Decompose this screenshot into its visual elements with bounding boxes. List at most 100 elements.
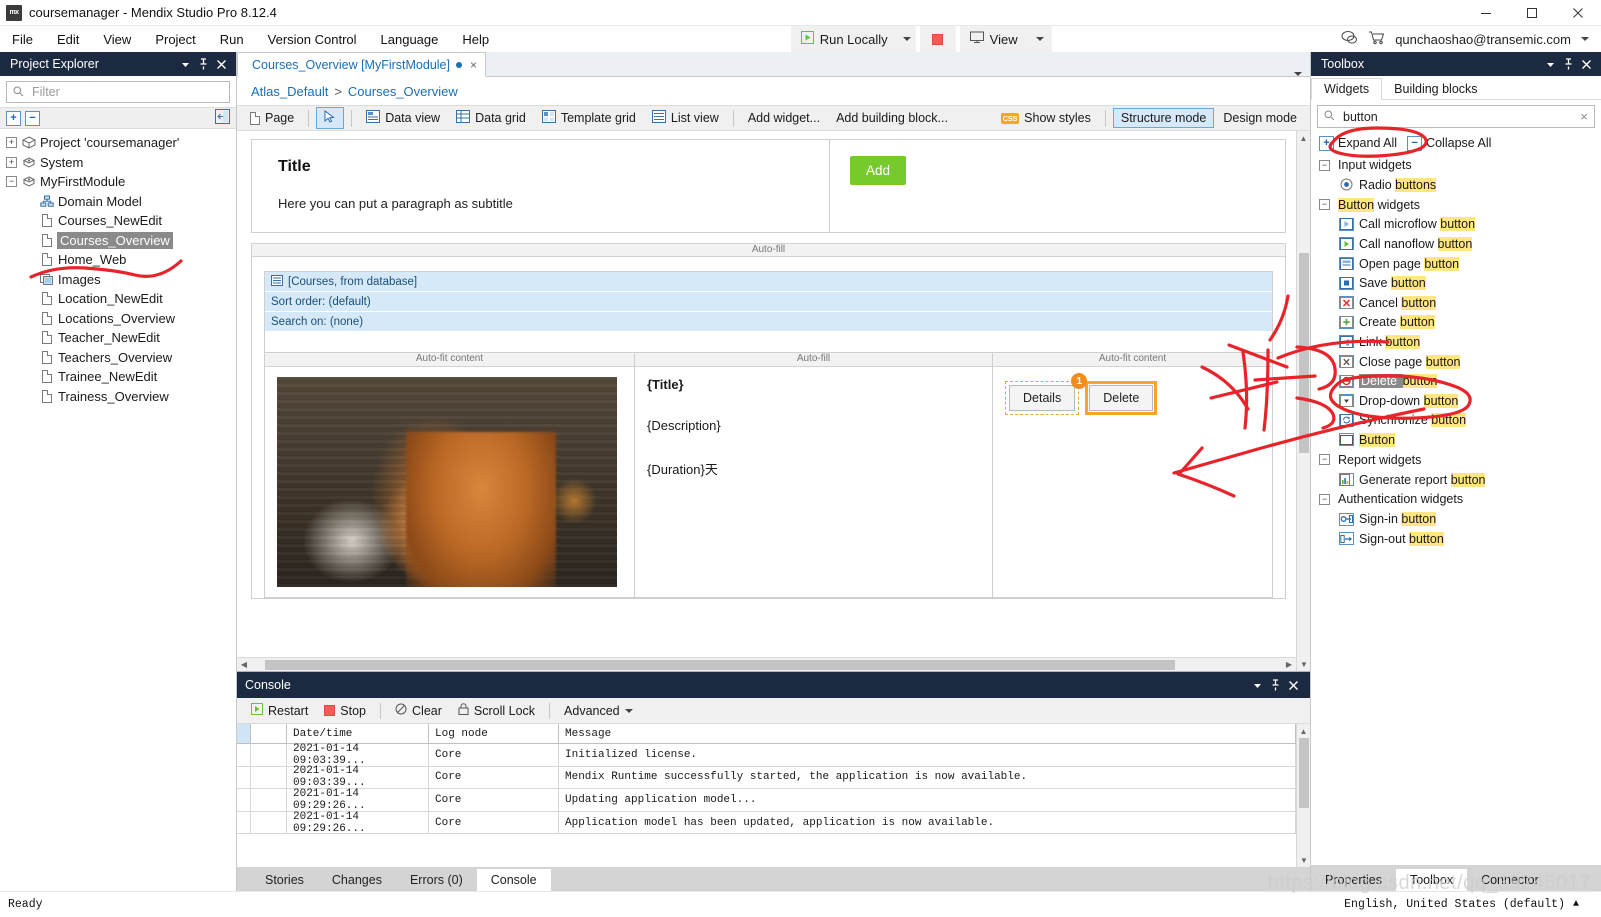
page-button[interactable]: Page <box>243 109 301 127</box>
listview-inner[interactable]: [Courses, from database] Sort order: (de… <box>264 271 1273 598</box>
collapse-icon[interactable]: − <box>1319 159 1330 171</box>
menu-help[interactable]: Help <box>450 29 501 50</box>
panel-menu-icon[interactable] <box>1248 676 1266 694</box>
document-tab-courses-overview[interactable]: Courses_Overview [MyFirstModule] × <box>237 52 486 77</box>
project-filter-box[interactable] <box>6 81 230 103</box>
console-tab-console[interactable]: Console <box>476 869 551 891</box>
toolbox-item-synchronize-button[interactable]: Synchronize button <box>1311 411 1601 431</box>
menu-edit[interactable]: Edit <box>45 29 91 50</box>
pin-icon[interactable] <box>1266 676 1284 694</box>
toolbox-footer-tab-toolbox[interactable]: Toolbox <box>1395 869 1468 891</box>
tree-item-location-newedit[interactable]: Location_NewEdit <box>0 289 236 309</box>
console-vscroll-thumb[interactable] <box>1299 738 1309 808</box>
close-icon[interactable] <box>212 55 230 73</box>
data-grid-button[interactable]: Data grid <box>449 108 533 128</box>
scroll-right-icon[interactable]: ▶ <box>1282 660 1296 669</box>
marketplace-cart-icon[interactable] <box>1368 30 1385 48</box>
maximize-icon[interactable] <box>1509 0 1555 25</box>
tree-item-project-coursemanager[interactable]: + Project 'coursemanager' <box>0 133 236 153</box>
scroll-down-icon[interactable]: ▼ <box>1297 853 1310 867</box>
view-button[interactable]: View <box>959 26 1028 52</box>
tree-item-trainee-newedit[interactable]: Trainee_NewEdit <box>0 367 236 387</box>
toolbox-item-generate-report-button[interactable]: Generate report button <box>1311 470 1601 490</box>
toolbox-item-radio-buttons[interactable]: Radio buttons <box>1311 175 1601 195</box>
tab-building-blocks[interactable]: Building blocks <box>1382 79 1489 99</box>
tree-item-courses-overview[interactable]: Courses_Overview <box>0 231 236 251</box>
expand-icon[interactable]: + <box>6 156 17 168</box>
collapse-icon[interactable]: − <box>1319 454 1330 466</box>
console-tab-errors-0[interactable]: Errors (0) <box>396 869 477 891</box>
tree-item-locations-overview[interactable]: Locations_Overview <box>0 309 236 329</box>
project-filter-input[interactable] <box>30 84 223 100</box>
console-log-row[interactable]: 2021-01-14 09:03:39... Core Initialized li… <box>237 743 1296 767</box>
scroll-lock-button[interactable]: Scroll Lock <box>452 701 541 720</box>
scroll-left-icon[interactable]: ◀ <box>237 660 251 669</box>
close-icon[interactable] <box>1577 55 1595 73</box>
pointer-tool-button[interactable] <box>316 107 345 129</box>
log-row-select[interactable] <box>237 811 251 834</box>
advanced-button[interactable]: Advanced <box>558 702 639 720</box>
run-locally-button[interactable]: Run Locally <box>790 26 898 52</box>
pin-icon[interactable] <box>194 55 212 73</box>
menu-file[interactable]: File <box>0 29 45 50</box>
tabstrip-overflow[interactable] <box>1294 72 1310 76</box>
canvas-horizontal-scrollbar[interactable]: ◀ ▶ <box>237 657 1296 671</box>
collapse-all-label[interactable]: Collapse All <box>1426 136 1491 150</box>
console-vertical-scrollbar[interactable]: ▲ ▼ <box>1296 724 1310 867</box>
toolbox-item-sign-in-button[interactable]: Sign-in button <box>1311 509 1601 529</box>
menu-language[interactable]: Language <box>369 29 451 50</box>
collapse-icon[interactable]: − <box>6 176 17 188</box>
log-row-select[interactable] <box>237 744 251 766</box>
hscroll-thumb[interactable] <box>265 659 1175 670</box>
stop-button[interactable] <box>919 26 956 52</box>
cell-description[interactable]: {Description} <box>647 418 980 433</box>
console-log-row[interactable]: 2021-01-14 09:03:39... Core Mendix Runtime… <box>237 765 1296 789</box>
structure-mode-button[interactable]: Structure mode <box>1112 108 1215 128</box>
toolbox-item-call-microflow-button[interactable]: Call microflow button <box>1311 215 1601 235</box>
pin-icon[interactable] <box>1559 55 1577 73</box>
run-dropdown-arrow[interactable] <box>897 26 916 52</box>
data-view-button[interactable]: Data view <box>359 108 447 128</box>
tree-item-trainess-overview[interactable]: Trainess_Overview <box>0 387 236 407</box>
menu-run[interactable]: Run <box>208 29 256 50</box>
console-log-row[interactable]: 2021-01-14 09:29:26... Core Application mo… <box>237 811 1296 835</box>
sync-with-editor-button[interactable] <box>215 109 230 127</box>
toolbox-item-close-page-button[interactable]: Close page button <box>1311 352 1601 372</box>
toolbox-item-delete-button[interactable]: Delete button <box>1311 371 1601 391</box>
toolbox-item-drop-down-button[interactable]: Drop-down button <box>1311 391 1601 411</box>
delete-button-wrapper[interactable]: Delete <box>1085 381 1158 415</box>
toolbox-footer-tab-properties[interactable]: Properties <box>1311 869 1396 891</box>
expand-all-button[interactable]: + <box>1319 135 1334 151</box>
page-canvas[interactable]: Title Here you can put a paragraph as su… <box>237 131 1296 657</box>
close-icon[interactable] <box>1555 0 1601 25</box>
feedback-icon[interactable] <box>1341 30 1358 48</box>
scroll-up-icon[interactable]: ▲ <box>1297 724 1310 738</box>
account-email[interactable]: qunchaoshao@transemic.com <box>1395 32 1571 47</box>
list-view-button[interactable]: List view <box>645 108 726 128</box>
minimize-icon[interactable] <box>1463 0 1509 25</box>
template-grid-button[interactable]: Template grid <box>535 108 643 128</box>
close-tab-icon[interactable]: × <box>468 58 477 72</box>
close-icon[interactable] <box>1284 676 1302 694</box>
expand-all-label[interactable]: Expand All <box>1338 136 1397 150</box>
console-log-row[interactable]: 2021-01-14 09:29:26... Core Updating appli… <box>237 788 1296 812</box>
toolbox-item-create-button[interactable]: Create button <box>1311 313 1601 333</box>
toolbox-item-link-button[interactable]: Link button <box>1311 332 1601 352</box>
clear-search-icon[interactable]: × <box>1580 109 1588 124</box>
scroll-up-icon[interactable]: ▲ <box>1297 131 1310 145</box>
toolbox-group-report-widgets[interactable]: − Report widgets <box>1311 450 1601 470</box>
tree-item-home-web[interactable]: Home_Web <box>0 250 236 270</box>
menu-view[interactable]: View <box>91 29 143 50</box>
collapse-all-button[interactable]: − <box>1407 135 1423 151</box>
breadcrumb-leaf[interactable]: Courses_Overview <box>348 84 458 99</box>
show-styles-button[interactable]: CSS Show styles <box>994 109 1098 127</box>
toolbox-item-sign-out-button[interactable]: Sign-out button <box>1311 529 1601 549</box>
column-image[interactable]: Auto-fit content <box>265 353 635 597</box>
panel-menu-icon[interactable] <box>176 55 194 73</box>
add-widget-button[interactable]: Add widget... <box>741 109 827 127</box>
toolbox-search-box[interactable]: × <box>1317 105 1595 128</box>
listview-container[interactable]: [Courses, from database] Sort order: (de… <box>251 257 1286 599</box>
console-tab-stories[interactable]: Stories <box>251 869 318 891</box>
toolbox-group-authentication-widgets[interactable]: − Authentication widgets <box>1311 489 1601 509</box>
design-mode-button[interactable]: Design mode <box>1216 109 1304 127</box>
